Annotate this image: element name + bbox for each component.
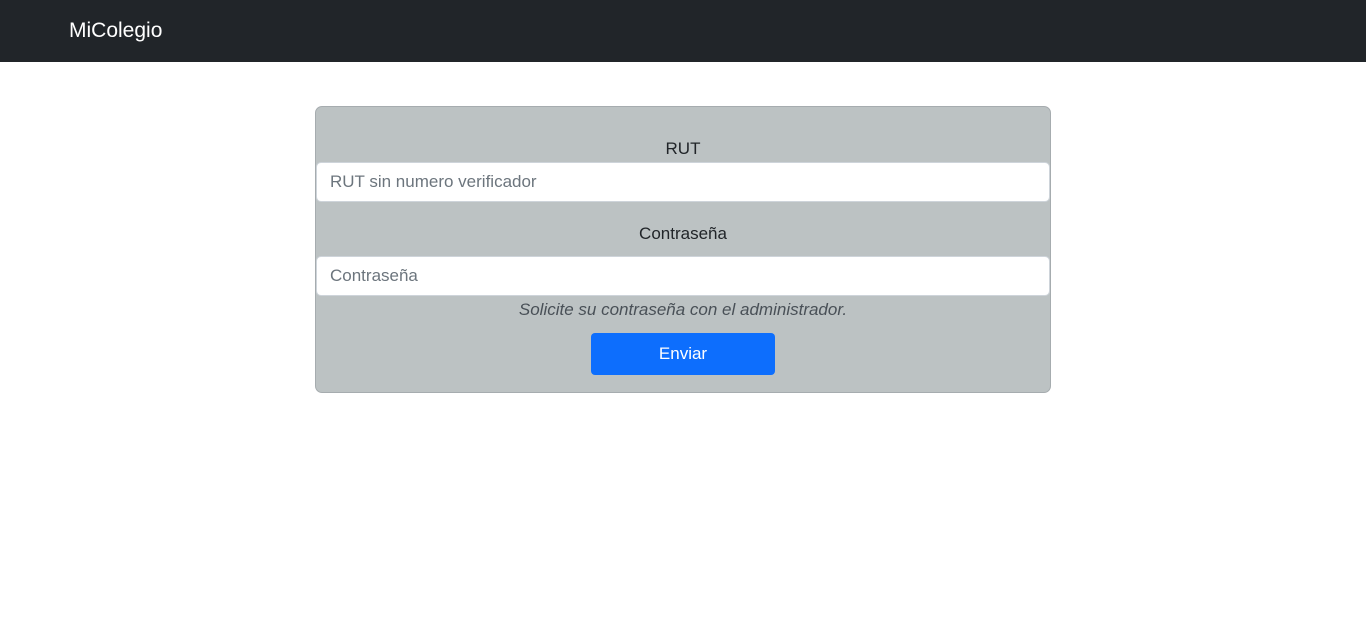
brand-link[interactable]: MiColegio: [69, 17, 162, 45]
rut-label: RUT: [665, 139, 701, 158]
password-input[interactable]: [316, 256, 1050, 296]
rut-input[interactable]: [316, 162, 1050, 202]
navbar: MiColegio: [0, 0, 1366, 62]
submit-button[interactable]: Enviar: [591, 333, 775, 375]
password-label: Contraseña: [639, 224, 727, 243]
password-help-text: Solicite su contraseña con el administra…: [518, 300, 848, 319]
login-form: RUT Contraseña Solicite su contraseña co…: [315, 106, 1051, 393]
